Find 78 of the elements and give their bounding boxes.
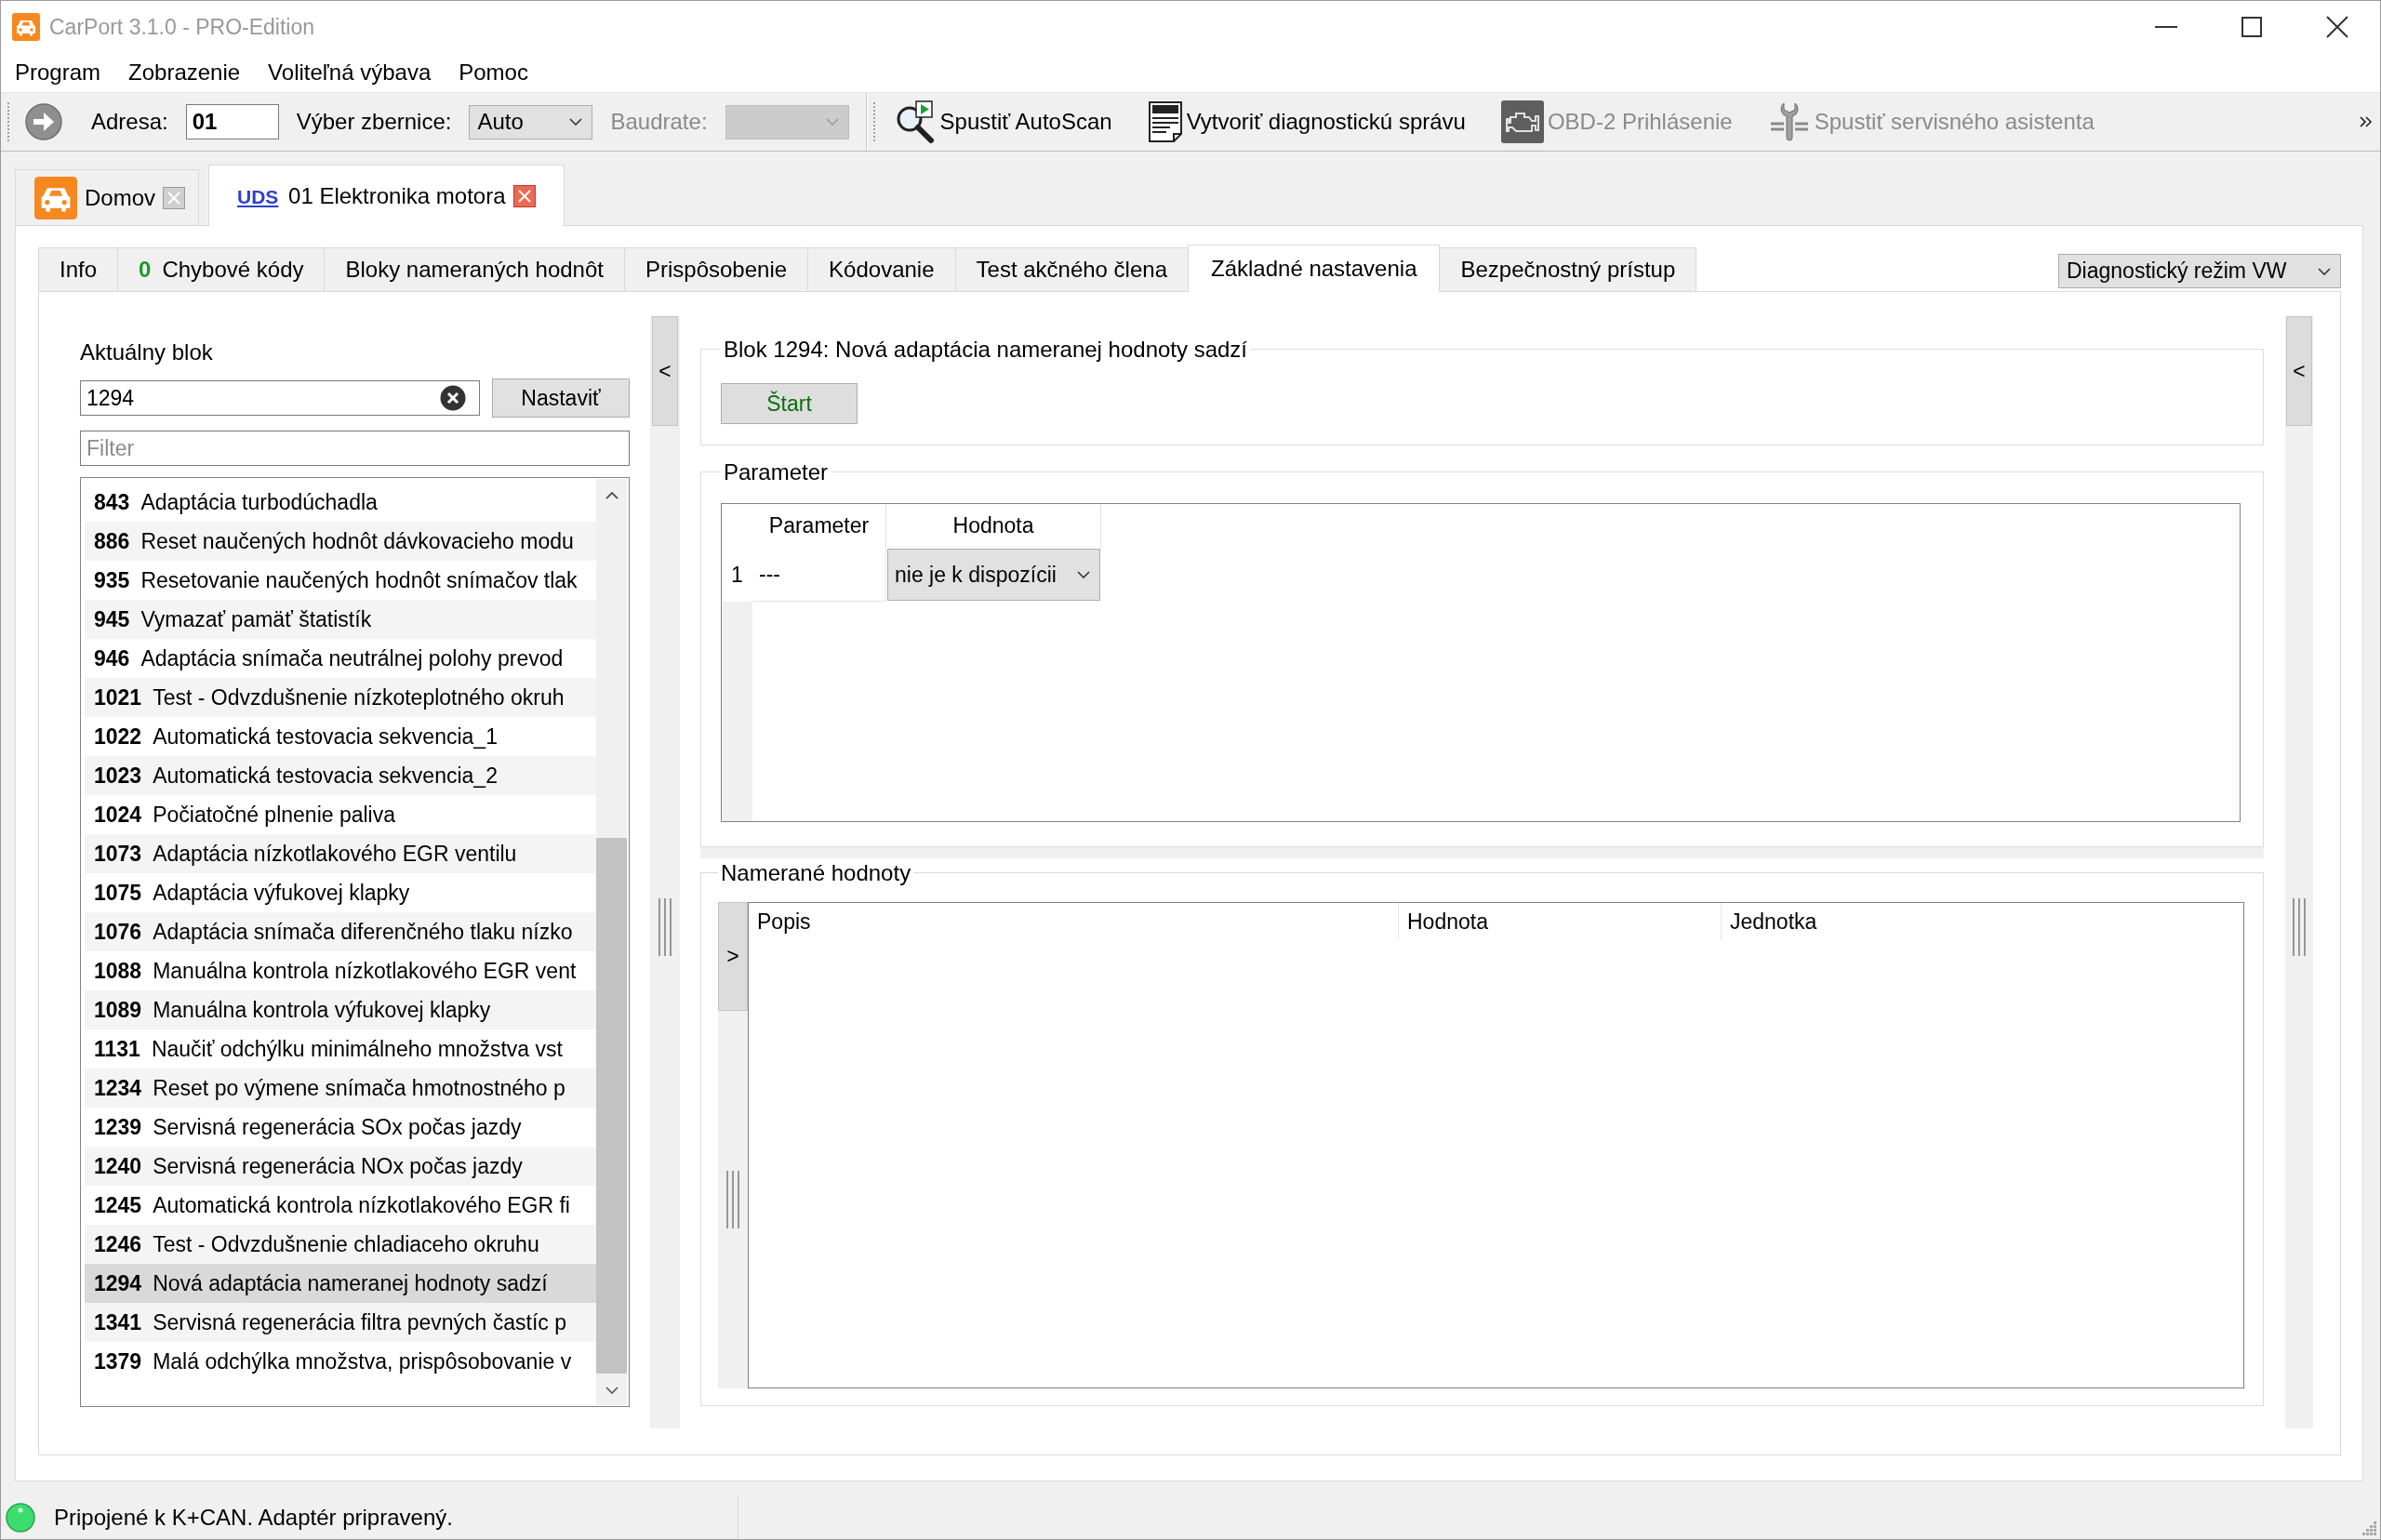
tab[interactable]: Základné nastavenia — [1188, 245, 1441, 292]
collapse-button[interactable]: < — [652, 316, 678, 426]
chevron-down-icon[interactable] — [569, 118, 583, 126]
tab[interactable]: Bloky nameraných hodnôt — [324, 247, 625, 291]
block-label: Aktuálny blok — [80, 339, 214, 366]
overflow-chevron-icon[interactable] — [2360, 116, 2373, 127]
tab[interactable]: Info — [38, 247, 119, 291]
chevron-up-icon[interactable] — [605, 492, 619, 499]
block-list-item[interactable]: 1073 Adaptácia nízkotlakového EGR ventilu — [85, 834, 596, 873]
block-list-item[interactable]: 886 Reset naučených hodnôt dávkovacieho modu — [85, 522, 596, 561]
tab[interactable]: Test akčného člena — [954, 247, 1189, 291]
toolbar-grip-icon[interactable] — [7, 101, 10, 142]
start-button[interactable]: Štart — [721, 383, 858, 424]
block-list-item[interactable]: 1023 Automatická testovacia sekvencia_2 — [85, 756, 596, 795]
toolbar-button[interactable]: Spustiť AutoScan — [875, 98, 1130, 146]
menu-item[interactable]: Pomoc — [445, 54, 542, 91]
table-cell: --- — [752, 548, 886, 602]
close-icon[interactable] — [512, 184, 536, 207]
group-title: Parameter — [723, 459, 830, 485]
bus-label: Výber zbernice: — [296, 109, 452, 135]
filter-field[interactable]: Filter — [80, 431, 630, 466]
block-list-item[interactable]: 1021 Test - Odvzdušnenie nízkoteplotného okruh — [85, 678, 596, 717]
grip-icon[interactable] — [725, 1171, 740, 1228]
engine-icon — [1500, 100, 1544, 143]
menu-item[interactable]: Program — [1, 54, 115, 91]
block-list-item[interactable]: 1246 Test - Odvzdušnenie chladiaceho okruhu — [85, 1225, 596, 1264]
close-icon[interactable] — [2326, 16, 2348, 38]
address-label: Adresa: — [91, 109, 168, 135]
tab[interactable]: Kódovanie — [807, 247, 956, 291]
block-list-item[interactable]: 1089 Manuálna kontrola výfukovej klapky — [85, 990, 596, 1029]
tab[interactable]: Prispôsobenie — [624, 247, 809, 291]
column-header: Jednotka — [1721, 903, 2243, 940]
block-list-item[interactable]: 1076 Adaptácia snímača diferenčného tlaku nízko — [85, 912, 596, 951]
bus-dropdown[interactable]: Auto — [469, 104, 593, 139]
tab[interactable]: Bezpečnostný prístup — [1439, 247, 1697, 291]
document-icon — [1147, 100, 1183, 143]
block-list-item[interactable]: 1240 Servisná regenerácia NOx počas jazdy — [85, 1147, 596, 1186]
baudrate-label: Baudrate: — [610, 109, 708, 135]
car-icon — [34, 176, 77, 219]
group-title: Blok 1294: Nová adaptácia nameranej hodnoty sadzí — [723, 337, 1249, 362]
arrow-right-icon[interactable] — [25, 103, 62, 140]
column-header: Hodnota — [886, 504, 1101, 548]
block-list-item[interactable]: 945 Vymazať pamäť štatistík — [85, 600, 596, 639]
block-number-field[interactable]: 1294 — [80, 380, 480, 416]
chevron-down-icon[interactable] — [2318, 267, 2331, 275]
clear-icon[interactable] — [440, 385, 466, 411]
document-tab[interactable]: Domov — [15, 169, 200, 225]
document-tab[interactable]: UDS 01 Elektronika motora — [208, 165, 565, 226]
chevron-down-icon[interactable] — [1077, 571, 1090, 578]
grip-icon[interactable] — [2292, 898, 2307, 956]
maximize-icon[interactable] — [2241, 17, 2262, 37]
scrollbar-thumb[interactable] — [596, 838, 627, 1374]
set-button[interactable]: Nastaviť — [492, 378, 630, 418]
status-text: Pripojené k K+CAN. Adaptér pripravený. — [54, 1505, 453, 1531]
scrollbar[interactable] — [596, 479, 627, 1405]
mode-dropdown[interactable]: Diagnostický režim VW — [2058, 254, 2341, 288]
value-dropdown[interactable]: nie je k dispozícii — [887, 549, 1100, 601]
chevron-down-icon[interactable] — [605, 1387, 619, 1394]
toolbar-grip-icon[interactable] — [871, 101, 876, 142]
tab[interactable]: 0 Chybové kódy — [117, 247, 326, 291]
car-icon — [12, 13, 40, 41]
grip-icon[interactable] — [658, 898, 672, 956]
block-list-item[interactable]: 1234 Reset po výmene snímača hmotnostného p — [85, 1069, 596, 1108]
collapse-button[interactable]: < — [2286, 316, 2312, 426]
block-list-item[interactable]: 1341 Servisná regenerácia filtra pevných častíc p — [85, 1303, 596, 1342]
block-list-item[interactable]: 1294 Nová adaptácia nameranej hodnoty sadzí — [85, 1264, 596, 1303]
column-header: Parameter — [752, 504, 886, 548]
toolbar-button[interactable]: Vytvoriť diagnostickú správu — [1129, 98, 1483, 146]
window-title: CarPort 3.1.0 - PRO-Edition — [49, 14, 315, 40]
row-number: 1 — [730, 561, 744, 589]
column-header: Hodnota — [1398, 903, 1721, 940]
resize-grip-icon[interactable] — [2361, 1520, 2377, 1536]
column-header: Popis — [756, 908, 812, 936]
address-field[interactable]: 01 — [185, 104, 279, 139]
group-title: Namerané hodnoty — [720, 860, 912, 885]
menu-item[interactable]: Voliteľná výbava — [254, 54, 446, 91]
menu-item[interactable]: Zobrazenie — [114, 54, 255, 91]
expand-button[interactable]: > — [718, 902, 748, 1011]
